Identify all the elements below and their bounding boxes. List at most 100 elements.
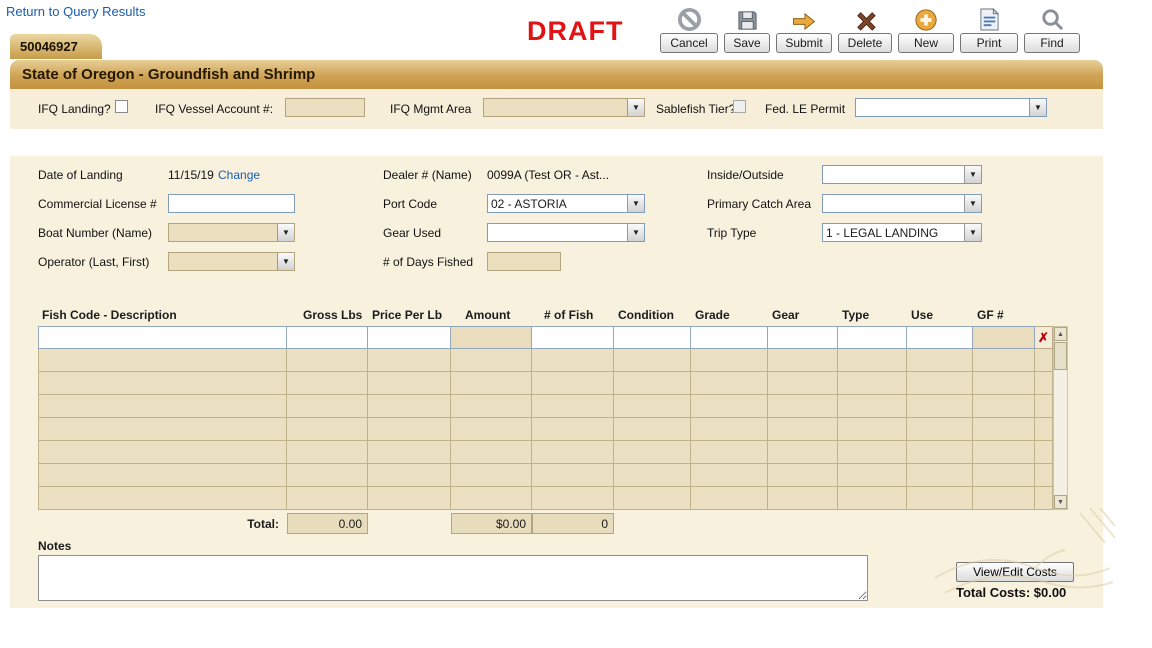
- print-toolbar-item[interactable]: Print: [960, 6, 1018, 53]
- operator-value: [169, 253, 277, 270]
- boat-number-select[interactable]: ▼: [168, 223, 295, 242]
- chevron-down-icon: ▼: [627, 224, 644, 241]
- dealer-label: Dealer # (Name): [383, 168, 472, 182]
- chevron-down-icon: ▼: [964, 195, 981, 212]
- print-icon: [979, 6, 1000, 32]
- fish-code-input[interactable]: [38, 326, 287, 349]
- chevron-down-icon: ▼: [964, 166, 981, 183]
- operator-label: Operator (Last, First): [38, 255, 149, 269]
- scroll-up-arrow[interactable]: ▲: [1054, 327, 1067, 341]
- price-per-lb-input[interactable]: [368, 326, 451, 349]
- view-edit-costs-button[interactable]: View/Edit Costs: [956, 562, 1074, 582]
- gear-input[interactable]: [768, 326, 838, 349]
- port-code-label: Port Code: [383, 197, 437, 211]
- gf-number-field: [973, 326, 1035, 349]
- days-fished-input[interactable]: [487, 252, 561, 271]
- ifq-landing-checkbox[interactable]: [115, 100, 128, 113]
- operator-select[interactable]: ▼: [168, 252, 295, 271]
- catch-table: ✗: [38, 326, 1053, 510]
- cancel-button[interactable]: Cancel: [660, 33, 718, 53]
- trip-type-value: 1 - LEGAL LANDING: [823, 224, 964, 241]
- trip-type-select[interactable]: 1 - LEGAL LANDING ▼: [822, 223, 982, 242]
- date-of-landing-value: 11/15/19: [168, 168, 214, 182]
- ifq-mgmt-area-value: [484, 99, 627, 116]
- ifq-vessel-account-input[interactable]: [285, 98, 365, 117]
- inside-outside-select[interactable]: ▼: [822, 165, 982, 184]
- save-toolbar-item[interactable]: Save: [724, 6, 770, 53]
- chevron-down-icon: ▼: [277, 224, 294, 241]
- trip-type-label: Trip Type: [707, 226, 756, 240]
- submit-button[interactable]: Submit: [776, 33, 832, 53]
- total-num-fish: 0: [532, 513, 614, 534]
- chevron-down-icon: ▼: [627, 195, 644, 212]
- sablefish-tier-label: Sablefish Tier?: [656, 102, 735, 116]
- gear-used-value: [488, 224, 627, 241]
- save-button[interactable]: Save: [724, 33, 770, 53]
- col-amount: Amount: [451, 306, 532, 324]
- ticket-number-tab[interactable]: 50046927: [10, 34, 102, 59]
- num-fish-input[interactable]: [532, 326, 614, 349]
- find-icon: [1040, 6, 1065, 32]
- catch-row-empty: [38, 418, 1053, 441]
- gear-used-label: Gear Used: [383, 226, 441, 240]
- cancel-icon: [677, 6, 702, 32]
- draft-status-label: DRAFT: [527, 16, 623, 47]
- primary-catch-area-select[interactable]: ▼: [822, 194, 982, 213]
- submit-icon: [791, 6, 817, 32]
- gear-used-select[interactable]: ▼: [487, 223, 645, 242]
- catch-row-empty: [38, 395, 1053, 418]
- sablefish-tier-checkbox[interactable]: [733, 100, 746, 113]
- ifq-landing-label: IFQ Landing?: [38, 102, 111, 116]
- submit-toolbar-item[interactable]: Submit: [776, 6, 832, 53]
- toolbar: Cancel Save Submit Delete New: [660, 6, 1080, 53]
- port-code-select[interactable]: 02 - ASTORIA ▼: [487, 194, 645, 213]
- ifq-mgmt-area-select[interactable]: ▼: [483, 98, 645, 117]
- ifq-section: IFQ Landing? IFQ Vessel Account #: IFQ M…: [10, 89, 1103, 129]
- return-to-query-results-link[interactable]: Return to Query Results: [6, 4, 145, 19]
- find-toolbar-item[interactable]: Find: [1024, 6, 1080, 53]
- scroll-down-arrow[interactable]: ▼: [1054, 495, 1067, 509]
- new-toolbar-item[interactable]: New: [898, 6, 954, 53]
- type-input[interactable]: [838, 326, 907, 349]
- catch-table-header: Fish Code - Description Gross Lbs Price …: [38, 306, 1053, 324]
- delete-toolbar-item[interactable]: Delete: [838, 6, 892, 53]
- grade-input[interactable]: [691, 326, 768, 349]
- primary-catch-area-label: Primary Catch Area: [707, 197, 811, 211]
- date-of-landing-label: Date of Landing: [38, 168, 123, 182]
- port-code-value: 02 - ASTORIA: [488, 195, 627, 212]
- catch-row-empty: [38, 441, 1053, 464]
- new-button[interactable]: New: [898, 33, 954, 53]
- chevron-down-icon: ▼: [277, 253, 294, 270]
- ifq-vessel-account-label: IFQ Vessel Account #:: [155, 102, 273, 116]
- cancel-toolbar-item[interactable]: Cancel: [660, 6, 718, 53]
- catch-table-totals: Total: 0.00 $0.00 0: [38, 513, 1053, 534]
- print-button[interactable]: Print: [960, 33, 1018, 53]
- commercial-license-label: Commercial License #: [38, 197, 157, 211]
- commercial-license-input[interactable]: [168, 194, 295, 213]
- col-gross-lbs: Gross Lbs: [287, 306, 368, 324]
- gross-lbs-input[interactable]: [287, 326, 368, 349]
- days-fished-label: # of Days Fished: [383, 255, 473, 269]
- delete-icon: [854, 6, 877, 32]
- table-scrollbar[interactable]: ▲ ▼: [1053, 326, 1068, 510]
- notes-textarea[interactable]: [38, 555, 868, 601]
- total-gross-lbs: 0.00: [287, 513, 368, 534]
- catch-row-empty: [38, 487, 1053, 510]
- col-gf-number: GF #: [973, 306, 1035, 324]
- catch-row-empty: [38, 372, 1053, 395]
- use-input[interactable]: [907, 326, 973, 349]
- fed-le-permit-value: [856, 99, 1029, 116]
- scrollbar-thumb[interactable]: [1054, 342, 1067, 370]
- col-num-fish: # of Fish: [532, 306, 614, 324]
- delete-button[interactable]: Delete: [838, 33, 892, 53]
- fed-le-permit-select[interactable]: ▼: [855, 98, 1047, 117]
- col-condition: Condition: [614, 306, 691, 324]
- condition-input[interactable]: [614, 326, 691, 349]
- change-date-link[interactable]: Change: [218, 168, 260, 182]
- fed-le-permit-label: Fed. LE Permit: [765, 102, 845, 116]
- col-use: Use: [907, 306, 973, 324]
- delete-row-icon[interactable]: ✗: [1038, 331, 1049, 344]
- dealer-value: 0099A (Test OR - Ast...: [487, 168, 609, 182]
- notes-label: Notes: [38, 539, 71, 553]
- find-button[interactable]: Find: [1024, 33, 1080, 53]
